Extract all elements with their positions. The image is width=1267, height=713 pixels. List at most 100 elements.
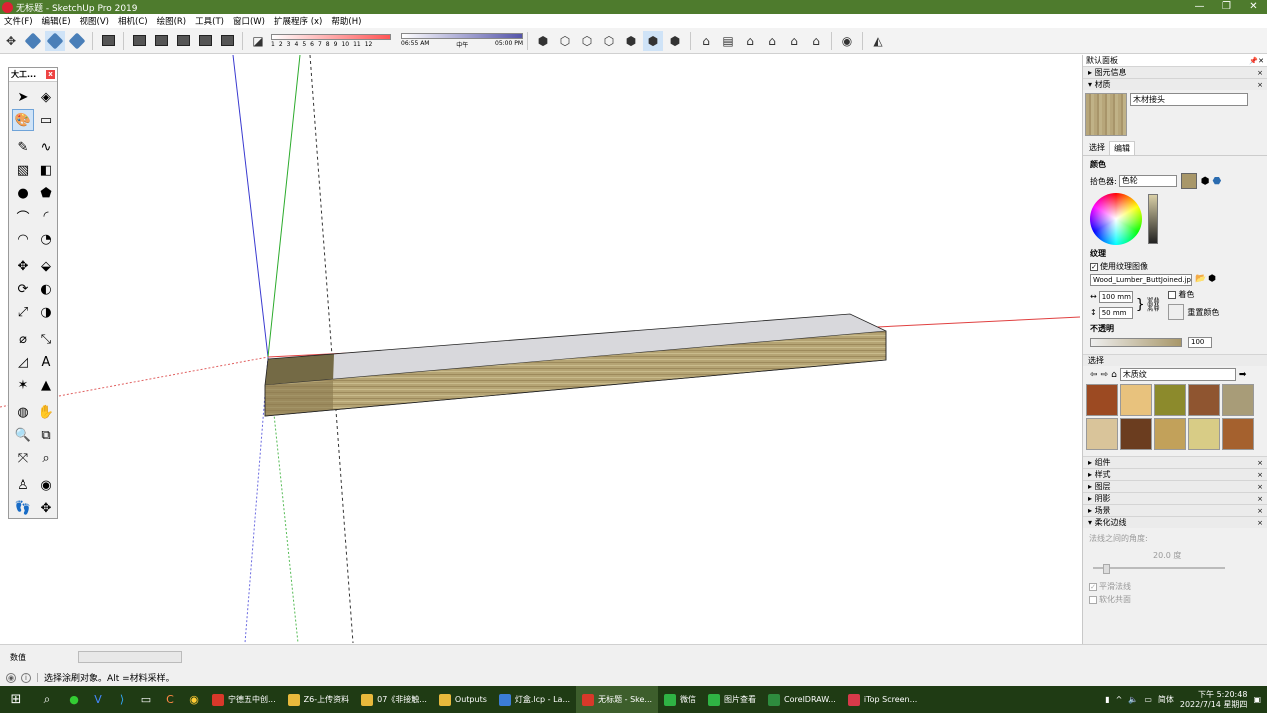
sandbox-icon[interactable]: ◭: [868, 31, 888, 51]
link-chain-icon[interactable]: }⛓: [1136, 297, 1163, 313]
month-slider[interactable]: 1 2 3 4 5 6 7 8 9 10 11 12: [271, 33, 391, 48]
model-viewport[interactable]: [0, 55, 1080, 643]
terminal-icon[interactable]: ▭: [135, 689, 157, 711]
shaded-texture-icon[interactable]: ⬢: [643, 30, 663, 51]
close-icon[interactable]: ×: [1257, 507, 1263, 515]
smooth-normals-checkbox[interactable]: ✓: [1089, 582, 1097, 591]
look-around-icon[interactable]: ◉: [35, 474, 57, 496]
tray-app-icon[interactable]: ▮: [1105, 695, 1109, 704]
scale-icon[interactable]: ⤢: [12, 301, 34, 323]
taskbar-task[interactable]: 灯盒.lcp - La...: [493, 686, 576, 713]
pinned-app-icon[interactable]: ●: [63, 689, 85, 711]
rotate-icon[interactable]: ⟳: [12, 278, 34, 300]
zoom-extents-icon[interactable]: ⤧: [12, 447, 34, 469]
left-house-icon[interactable]: ⌂: [806, 31, 826, 51]
browse-folder-icon[interactable]: 📂: [1195, 274, 1206, 284]
axes-icon[interactable]: ✶: [12, 374, 34, 396]
taskbar-task[interactable]: Outputs: [433, 686, 493, 713]
library-select[interactable]: 木质纹: [1119, 368, 1236, 381]
time-bar[interactable]: [401, 32, 523, 39]
close-button[interactable]: ✕: [1240, 0, 1267, 14]
material-swatch[interactable]: [1188, 418, 1220, 450]
taskbar-task[interactable]: iTop Screen...: [842, 686, 923, 713]
details-arrow-icon[interactable]: ➡: [1239, 370, 1247, 380]
position-camera-icon[interactable]: ♙: [12, 474, 34, 496]
texture-file-field[interactable]: Wood_Lumber_ButtJoined.jpg: [1090, 274, 1192, 286]
close-icon[interactable]: ×: [1257, 495, 1263, 503]
close-icon[interactable]: ×: [1257, 459, 1263, 467]
follow-me-icon[interactable]: ◐: [35, 278, 57, 300]
texture-width-field[interactable]: 100 mm: [1098, 290, 1133, 303]
back-arrow-icon[interactable]: ⇦: [1090, 370, 1098, 380]
material-name-field[interactable]: 木材接头: [1130, 93, 1248, 106]
ime-indicator[interactable]: 简体: [1158, 694, 1174, 705]
solid-outer-shell-icon[interactable]: [129, 31, 149, 51]
menu-window[interactable]: 窗口(W): [233, 15, 265, 27]
texture-height-field[interactable]: 50 mm: [1098, 306, 1133, 319]
iso-house-icon[interactable]: ⌂: [696, 31, 716, 51]
section-plane-icon[interactable]: ✥: [35, 497, 57, 519]
zoom-icon[interactable]: 🔍: [12, 424, 34, 446]
home-icon[interactable]: ⌂: [1111, 370, 1117, 380]
component-icon[interactable]: [98, 31, 118, 51]
push-pull-icon[interactable]: ⬙: [35, 255, 57, 277]
select-tool-icon[interactable]: ➤: [12, 86, 34, 108]
make-component-icon[interactable]: ◈: [35, 86, 57, 108]
menu-file[interactable]: 文件(F): [4, 15, 33, 27]
menu-view[interactable]: 视图(V): [80, 15, 109, 27]
shaded-icon[interactable]: ⬢: [621, 31, 641, 51]
tray-styles[interactable]: ▸ 样式 ×: [1083, 468, 1267, 480]
solid-intersect-icon[interactable]: [151, 31, 171, 51]
material-swatch[interactable]: [1120, 418, 1152, 450]
tape-measure-icon[interactable]: ⌀: [12, 328, 34, 350]
previous-view-icon[interactable]: ⌕: [35, 447, 57, 469]
picker-select[interactable]: 色轮: [1118, 175, 1177, 187]
menu-camera[interactable]: 相机(C): [118, 15, 148, 27]
move-icon[interactable]: ✥: [12, 255, 34, 277]
material-swatch[interactable]: [1120, 384, 1152, 416]
close-icon[interactable]: ×: [1257, 471, 1263, 479]
taskbar-task[interactable]: Z6-上传资料: [282, 686, 355, 713]
text-icon[interactable]: A: [35, 351, 57, 373]
top-view-icon[interactable]: [45, 30, 65, 51]
eraser-icon[interactable]: ▭: [35, 109, 57, 131]
tray-soften-edges[interactable]: ▾ 柔化边线 ×: [1083, 516, 1267, 528]
pin-icon[interactable]: 📌✕: [1249, 57, 1264, 65]
soften-coplanar-checkbox[interactable]: [1089, 595, 1097, 604]
polygon-icon[interactable]: ⬟: [35, 182, 57, 204]
orbit-tool-icon[interactable]: ◍: [12, 401, 34, 423]
line-tool-icon[interactable]: ✎: [12, 136, 34, 158]
volume-icon[interactable]: 🔈: [1128, 695, 1138, 704]
taskbar-task[interactable]: 图片查看: [702, 686, 762, 713]
orbit-icon[interactable]: ✥: [1, 31, 21, 51]
chrome-icon[interactable]: ◉: [183, 689, 205, 711]
forward-arrow-icon[interactable]: ⇨: [1101, 370, 1109, 380]
material-swatch[interactable]: [1086, 384, 1118, 416]
hidden-line-icon[interactable]: ⬡: [599, 31, 619, 51]
search-icon[interactable]: ⌕: [32, 692, 62, 707]
solid-union-icon[interactable]: [173, 31, 193, 51]
soften-angle-slider[interactable]: [1093, 564, 1225, 574]
front-view-icon[interactable]: [67, 31, 87, 51]
iso-view-icon[interactable]: [23, 31, 43, 51]
close-icon[interactable]: ×: [1257, 81, 1263, 89]
palette-close-icon[interactable]: x: [46, 70, 55, 79]
opacity-value-field[interactable]: 100: [1188, 337, 1212, 348]
offset-icon[interactable]: ◑: [35, 301, 57, 323]
menu-extensions[interactable]: 扩展程序 (x): [274, 15, 322, 27]
back-edges-icon[interactable]: ⬡: [555, 31, 575, 51]
arc-icon[interactable]: ⌒: [12, 205, 34, 227]
material-swatch[interactable]: [1086, 418, 1118, 450]
monochrome-icon[interactable]: ⬢: [665, 31, 685, 51]
network-icon[interactable]: ▭: [1144, 695, 1152, 704]
arc-2pt-icon[interactable]: ◜: [35, 205, 57, 227]
use-texture-checkbox[interactable]: ✓: [1090, 262, 1098, 271]
taskbar-task[interactable]: 07《非接触...: [355, 686, 433, 713]
menu-draw[interactable]: 绘图(R): [157, 15, 187, 27]
pinned-app-icon[interactable]: V: [87, 689, 109, 711]
geo-location-icon[interactable]: ◉: [837, 31, 857, 51]
front-house-icon[interactable]: ⌂: [740, 31, 760, 51]
taskbar-task[interactable]: 宁德五中创...: [206, 686, 282, 713]
solid-subtract-icon[interactable]: [195, 31, 215, 51]
vscode-icon[interactable]: ⟩: [111, 689, 133, 711]
